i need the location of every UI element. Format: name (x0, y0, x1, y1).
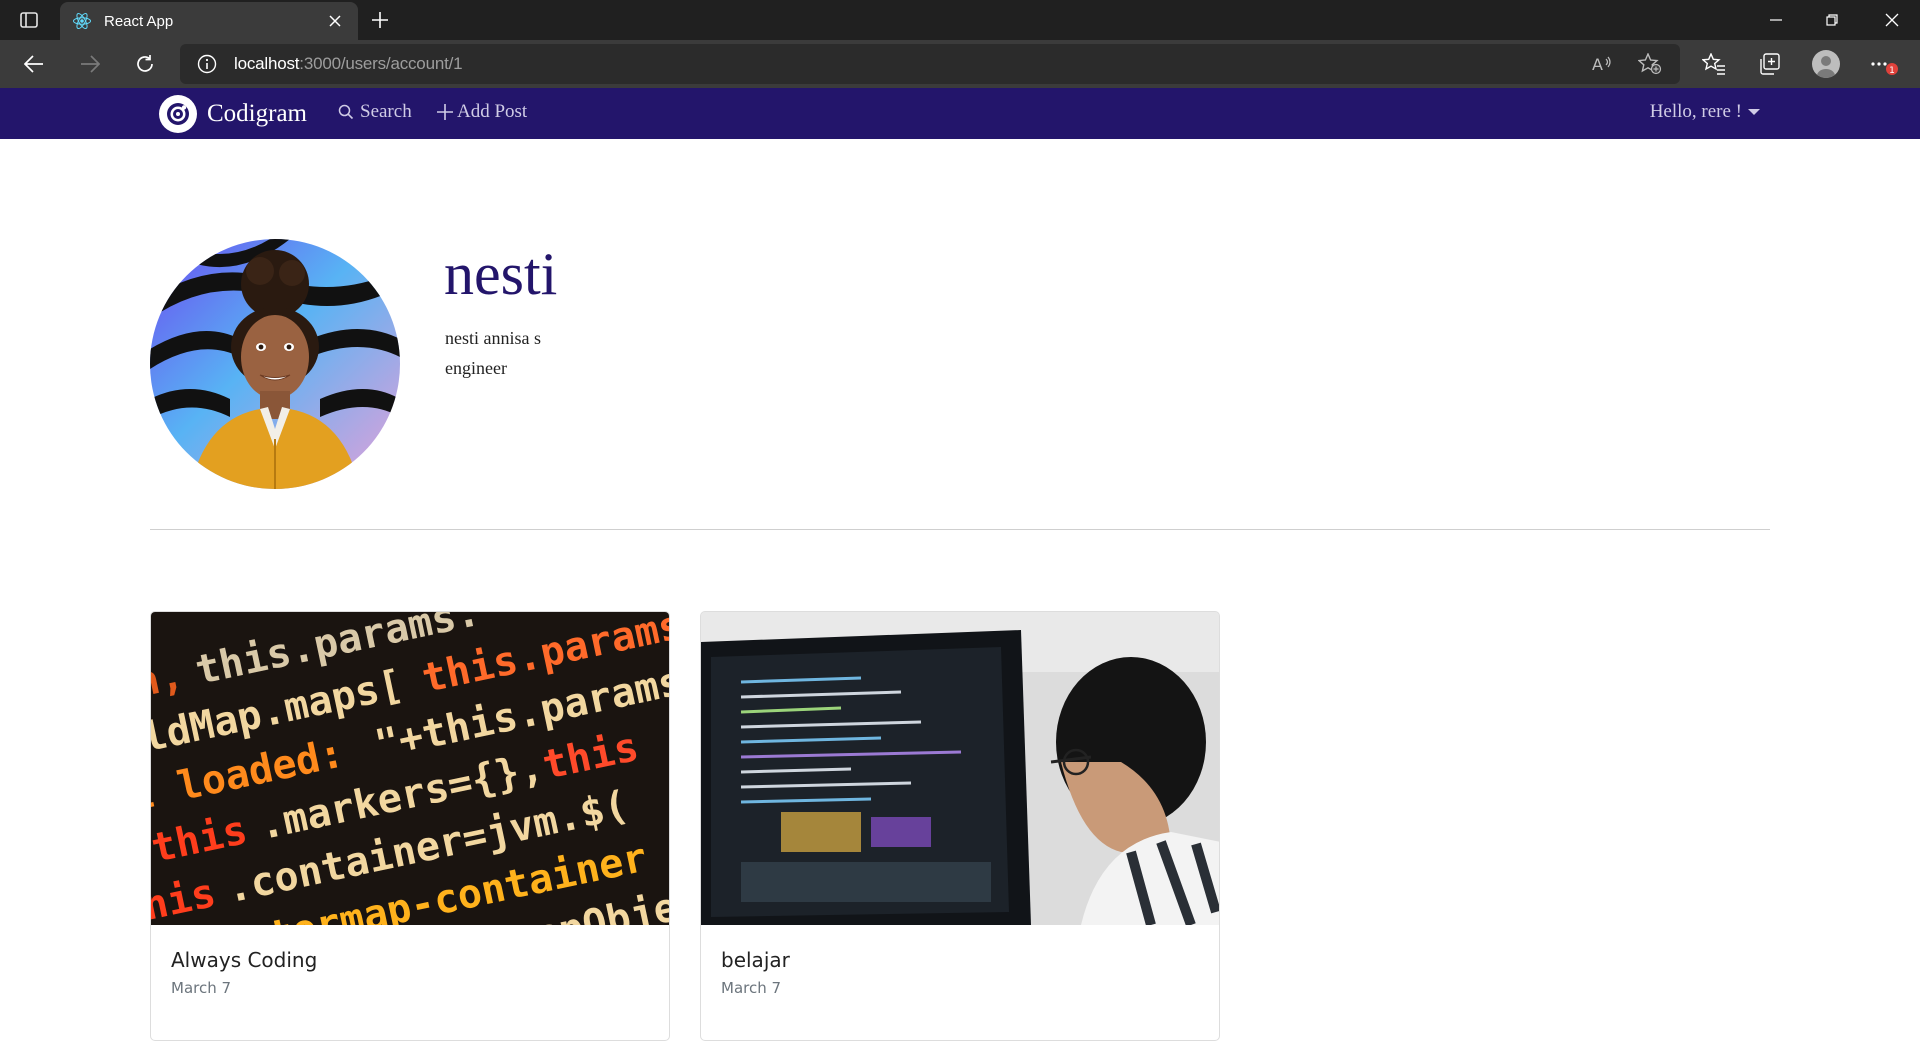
close-tab-icon[interactable] (324, 10, 346, 32)
add-post-link[interactable]: Add Post (436, 101, 527, 123)
brand-link[interactable]: Codigram (159, 94, 307, 134)
react-icon (72, 11, 92, 31)
brand-logo-icon (159, 95, 197, 133)
post-title: belajar (721, 948, 790, 972)
search-link[interactable]: Search (338, 101, 412, 123)
add-post-label: Add Post (457, 101, 528, 122)
section-divider (150, 529, 1770, 530)
search-icon (338, 104, 354, 120)
new-tab-icon[interactable] (366, 7, 394, 33)
profile-icon[interactable] (1808, 46, 1844, 82)
post-image: s,n, this.params. rldMap.maps[ this.para… (151, 612, 669, 925)
url-text: localhost:3000/users/account/1 (234, 54, 463, 74)
profile-photo (150, 239, 400, 489)
post-card[interactable]: belajar March 7 (700, 611, 1220, 1041)
url-host: localhost (234, 54, 300, 73)
read-aloud-icon[interactable]: A (1588, 50, 1616, 78)
profile-bio: engineer (445, 358, 507, 378)
browser-tab[interactable]: React App (60, 2, 358, 40)
post-image (701, 612, 1219, 925)
profile-avatar-icon (1812, 50, 1840, 78)
profile-full-name: nesti annisa s (445, 328, 541, 348)
restore-icon[interactable] (1804, 0, 1860, 40)
post-title: Always Coding (171, 948, 318, 972)
user-greeting: Hello, rere ! (1649, 101, 1742, 122)
site-info-icon[interactable] (196, 53, 218, 75)
back-icon[interactable] (16, 48, 52, 80)
refresh-icon[interactable] (127, 48, 163, 80)
post-date: March 7 (721, 979, 782, 997)
post-date: March 7 (171, 979, 232, 997)
collections-icon[interactable] (1751, 46, 1787, 82)
notification-badge: 1 (1889, 66, 1895, 76)
chevron-down-icon (1748, 109, 1760, 115)
app-navbar: Codigram Search Add Post Hello, rere ! (0, 88, 1920, 139)
tab-actions-icon[interactable] (14, 8, 44, 32)
close-window-icon[interactable] (1864, 0, 1920, 40)
search-label: Search (360, 101, 412, 122)
read-aloud-glyph: A (1592, 55, 1603, 74)
post-card[interactable]: s,n, this.params. rldMap.maps[ this.para… (150, 611, 670, 1041)
favorites-icon[interactable] (1696, 46, 1732, 82)
forward-icon[interactable] (72, 48, 108, 80)
plus-icon (436, 103, 454, 121)
browser-toolbar: localhost:3000/users/account/1 A 1 (0, 40, 1920, 88)
profile-username: nesti (444, 241, 558, 307)
add-favorite-icon[interactable] (1636, 50, 1664, 78)
address-bar[interactable]: localhost:3000/users/account/1 A (180, 44, 1680, 84)
user-dropdown[interactable]: Hello, rere ! (1650, 101, 1760, 123)
browser-tab-bar: React App (0, 0, 1920, 40)
more-options-icon[interactable]: 1 (1866, 46, 1902, 82)
tab-title: React App (104, 12, 174, 30)
brand-name: Codigram (207, 100, 307, 127)
url-path: :3000/users/account/1 (299, 54, 463, 73)
minimize-icon[interactable] (1748, 0, 1804, 40)
